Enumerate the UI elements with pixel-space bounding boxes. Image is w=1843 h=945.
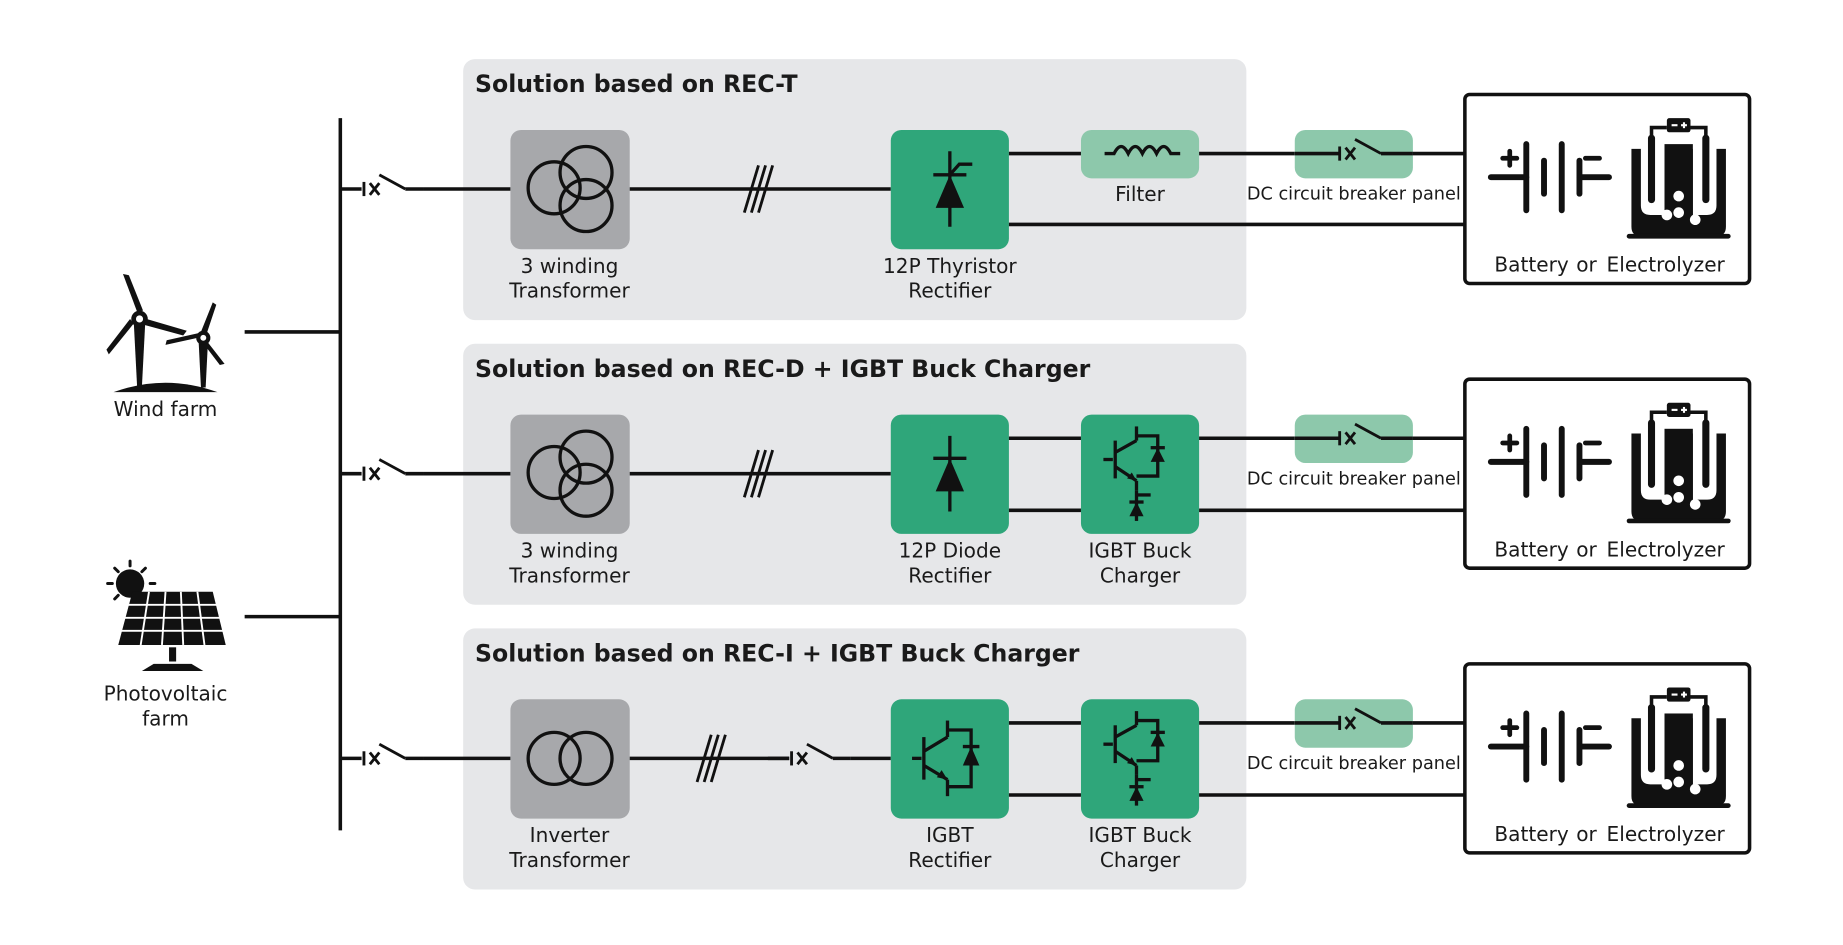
buck-charger-label-line1: IGBT Buck	[1088, 823, 1191, 847]
battery-label: Battery	[1494, 822, 1568, 846]
or-label: or	[1576, 537, 1597, 561]
dc-breaker-label: DC circuit breaker panel	[1247, 469, 1461, 489]
solution-rec-t: Solution based on REC-T 3 winding Transf…	[338, 59, 1752, 321]
solution-title: Solution based on REC-T	[475, 70, 798, 98]
transformer-block[interactable]	[510, 699, 630, 819]
rectifier-label-line2: Rectifier	[908, 848, 992, 872]
rectifier-block[interactable]	[890, 414, 1009, 534]
transformer-label-line1: 3 winding	[521, 539, 619, 563]
electrolyzer-label: Electrolyzer	[1607, 537, 1726, 561]
transformer-label-line2: Transformer	[508, 279, 630, 303]
filter-label: Filter	[1115, 182, 1165, 206]
rectifier-block[interactable]	[890, 129, 1009, 250]
rectifier-label-line1: IGBT	[926, 823, 974, 847]
rectifier-label-line2: Rectifier	[908, 563, 992, 587]
wind-farm-label: Wind farm	[114, 397, 218, 421]
battery-label: Battery	[1494, 537, 1568, 561]
buck-charger-block[interactable]	[1080, 414, 1200, 534]
rectifier-label-line1: 12P Thyristor	[883, 254, 1017, 278]
dc-breaker-block[interactable]	[1294, 414, 1413, 464]
solar-panel-icon	[106, 559, 226, 671]
ac-breaker-icon[interactable]	[338, 173, 425, 198]
transformer-block[interactable]	[510, 414, 630, 534]
wind-farm: Wind farm	[106, 274, 225, 421]
dc-breaker-block[interactable]	[1294, 699, 1413, 748]
photovoltaic-farm: Photovoltaic farm	[104, 559, 228, 730]
buck-charger-block[interactable]	[1080, 699, 1200, 819]
dc-breaker-block[interactable]	[1294, 129, 1413, 179]
buck-charger-label-line1: IGBT Buck	[1088, 539, 1191, 563]
ac-breaker-icon[interactable]	[338, 742, 425, 768]
filter-block[interactable]	[1080, 129, 1200, 179]
battery-label: Battery	[1494, 253, 1568, 277]
transformer-label-line2: Transformer	[508, 848, 630, 872]
solution-title: Solution based on REC-D + IGBT Buck Char…	[475, 355, 1091, 383]
solution-rec-d: Solution based on REC-D + IGBT Buck Char…	[338, 343, 1752, 605]
wind-turbine-icon	[106, 274, 225, 393]
transformer-label-line1: 3 winding	[521, 254, 619, 278]
rectifier-label-line2: Rectifier	[908, 279, 992, 303]
rectifier-label-line1: 12P Diode	[899, 539, 1001, 563]
solution-rec-i: Solution based on REC-I + IGBT Buck Char…	[338, 628, 1752, 890]
load-box[interactable]: Battery or Electrolyzer	[1463, 92, 1752, 286]
transformer-label-line1: Inverter	[530, 823, 610, 847]
transformer-block[interactable]	[510, 129, 630, 250]
ac-breaker-icon[interactable]	[338, 457, 425, 483]
or-label: or	[1576, 253, 1597, 277]
load-box[interactable]: Battery or Electrolyzer	[1463, 662, 1752, 855]
electrolyzer-label: Electrolyzer	[1607, 822, 1726, 846]
solution-title: Solution based on REC-I + IGBT Buck Char…	[475, 640, 1080, 668]
dc-breaker-label: DC circuit breaker panel	[1247, 185, 1461, 205]
or-label: or	[1576, 822, 1597, 846]
transformer-label-line2: Transformer	[508, 563, 630, 587]
electrolyzer-label: Electrolyzer	[1607, 253, 1726, 277]
power-conversion-diagram: Wind farm Photovoltaic farm Solution bas…	[104, 59, 1752, 890]
rectifier-block[interactable]	[890, 699, 1009, 819]
pv-farm-label-line2: farm	[142, 706, 189, 730]
buck-charger-label-line2: Charger	[1100, 563, 1181, 587]
load-box[interactable]: Battery or Electrolyzer	[1463, 377, 1752, 570]
pv-farm-label-line1: Photovoltaic	[104, 681, 228, 705]
dc-breaker-label: DC circuit breaker panel	[1247, 754, 1461, 774]
buck-charger-label-line2: Charger	[1100, 848, 1181, 872]
